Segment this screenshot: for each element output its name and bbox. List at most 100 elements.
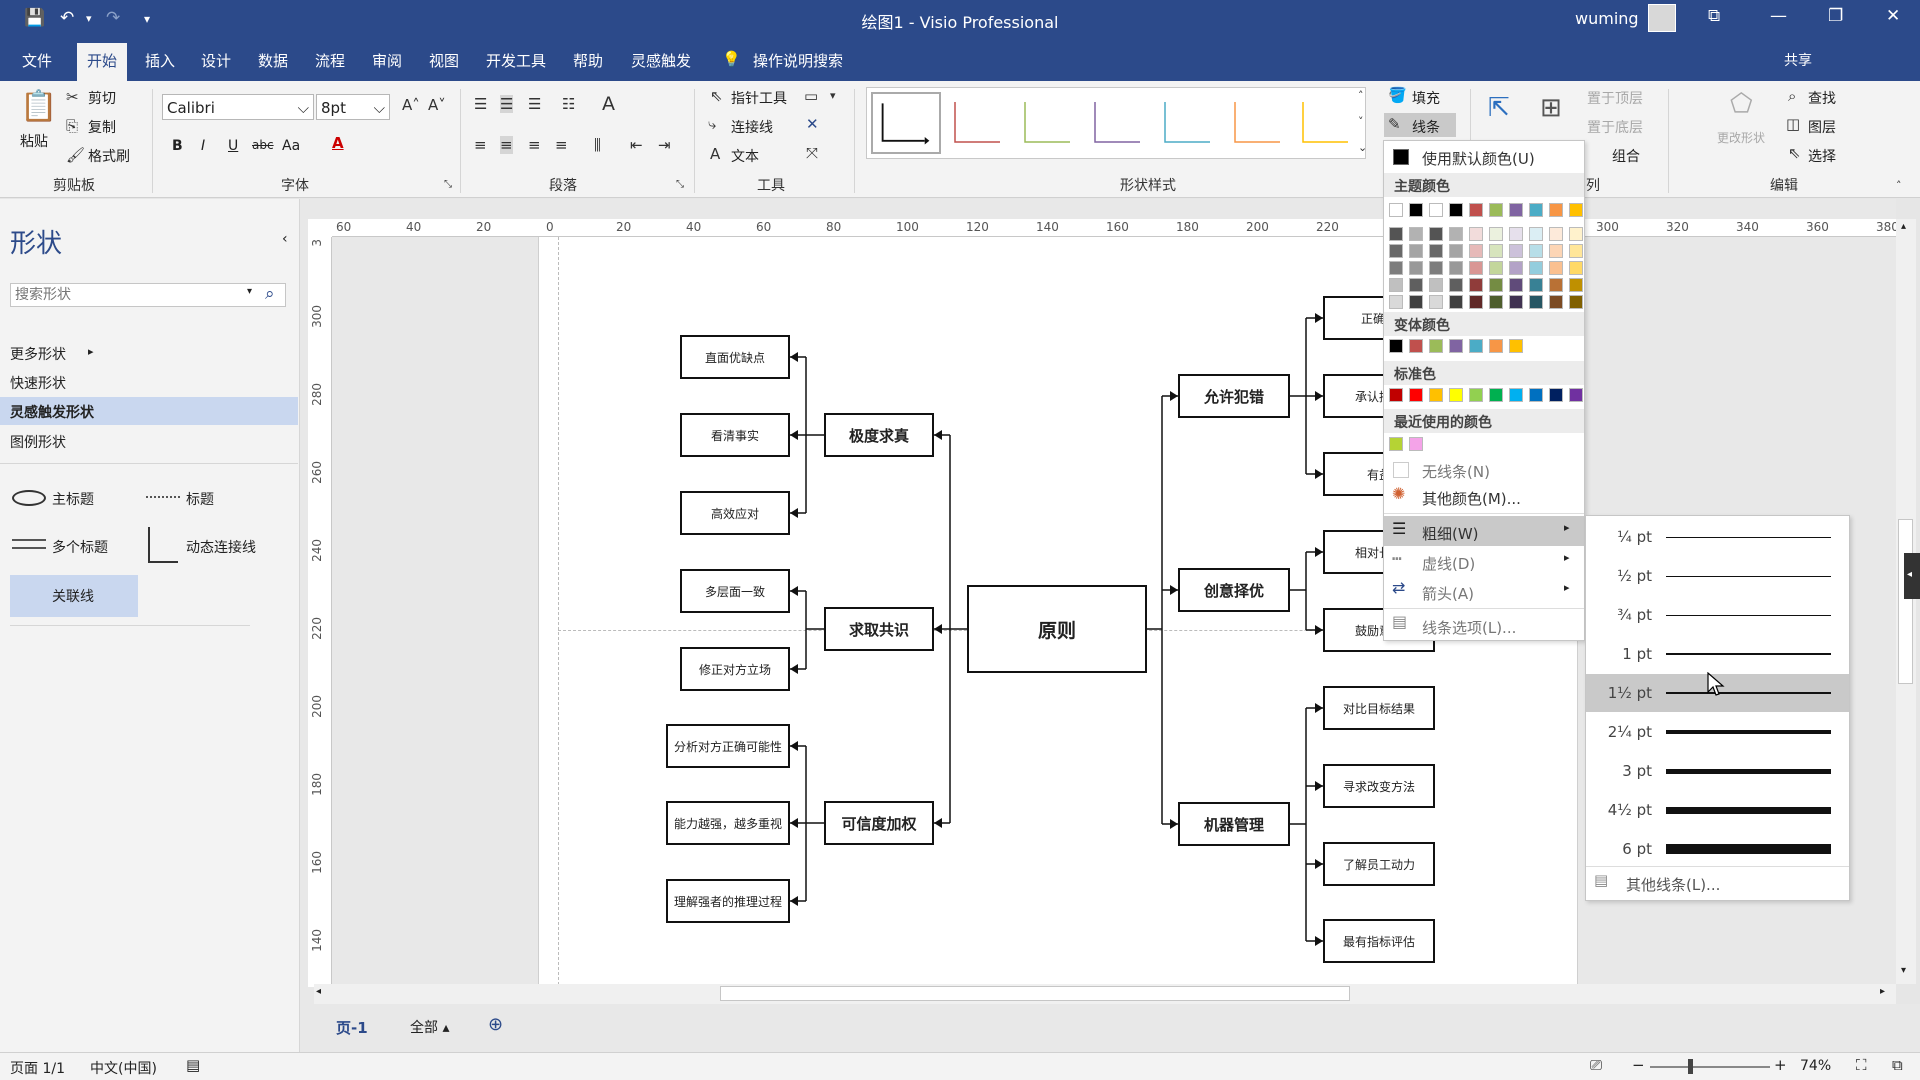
theme-color-shade[interactable] — [1409, 295, 1423, 309]
theme-color-shade[interactable] — [1509, 295, 1523, 309]
theme-color-shade[interactable] — [1549, 261, 1563, 275]
recent-color-swatch[interactable] — [1409, 437, 1423, 451]
line-options-item[interactable]: 线条选项(L)... — [1384, 612, 1584, 640]
standard-color-swatch[interactable] — [1549, 388, 1563, 402]
standard-color-swatch[interactable] — [1409, 388, 1423, 402]
weight-option[interactable]: 6 pt — [1586, 830, 1849, 868]
arrows-item[interactable]: 箭头(A) — [1384, 578, 1584, 606]
recent-color-swatch[interactable] — [1389, 437, 1403, 451]
scroll-left-icon[interactable]: ◂ — [316, 986, 321, 997]
theme-color-swatch[interactable] — [1389, 203, 1403, 217]
theme-color-shade[interactable] — [1489, 295, 1503, 309]
theme-color-shade[interactable] — [1509, 244, 1523, 258]
weight-option[interactable]: 2¼ pt — [1586, 713, 1849, 751]
branch-node[interactable]: 允许犯错 — [1178, 374, 1290, 418]
variant-color-swatch[interactable] — [1449, 339, 1463, 353]
theme-color-shade[interactable] — [1569, 244, 1583, 258]
vertical-scrollbar[interactable]: ▴ ▾ — [1896, 219, 1916, 984]
theme-color-swatch[interactable] — [1549, 203, 1563, 217]
standard-color-swatch[interactable] — [1569, 388, 1583, 402]
variant-color-swatch[interactable] — [1489, 339, 1503, 353]
leaf-node[interactable]: 能力越强，越多重视 — [666, 801, 790, 845]
theme-color-shade[interactable] — [1529, 244, 1543, 258]
theme-color-shade[interactable] — [1489, 244, 1503, 258]
switch-windows-icon[interactable]: ⧉ — [1892, 1056, 1903, 1074]
zoom-slider-thumb[interactable] — [1688, 1059, 1693, 1074]
all-pages-button[interactable]: 全部 ▴ — [410, 1017, 449, 1037]
theme-color-shade[interactable] — [1549, 244, 1563, 258]
more-lines-item[interactable]: 其他线条(L)... — [1626, 874, 1720, 895]
theme-color-swatch[interactable] — [1429, 203, 1443, 217]
leaf-node[interactable]: 了解员工动力 — [1323, 842, 1435, 886]
leaf-node[interactable]: 分析对方正确可能性 — [666, 724, 790, 768]
theme-color-shade[interactable] — [1449, 295, 1463, 309]
theme-color-shade[interactable] — [1549, 227, 1563, 241]
theme-color-shade[interactable] — [1429, 261, 1443, 275]
theme-color-shade[interactable] — [1469, 244, 1483, 258]
standard-color-swatch[interactable] — [1389, 388, 1403, 402]
theme-color-shade[interactable] — [1449, 227, 1463, 241]
theme-color-shade[interactable] — [1409, 261, 1423, 275]
weight-item[interactable]: 粗细(W) — [1384, 518, 1584, 546]
fit-page-icon[interactable]: ⛶ — [1856, 1056, 1867, 1074]
leaf-node[interactable]: 直面优缺点 — [680, 335, 790, 379]
variant-color-swatch[interactable] — [1389, 339, 1403, 353]
theme-color-shade[interactable] — [1429, 295, 1443, 309]
theme-color-shade[interactable] — [1449, 278, 1463, 292]
theme-color-shade[interactable] — [1489, 278, 1503, 292]
variant-color-swatch[interactable] — [1509, 339, 1523, 353]
variant-color-swatch[interactable] — [1429, 339, 1443, 353]
theme-color-shade[interactable] — [1429, 244, 1443, 258]
theme-color-shade[interactable] — [1509, 227, 1523, 241]
scroll-up-icon[interactable]: ▴ — [1901, 221, 1906, 232]
branch-node[interactable]: 极度求真 — [824, 413, 934, 457]
theme-color-shade[interactable] — [1569, 278, 1583, 292]
theme-color-shade[interactable] — [1569, 227, 1583, 241]
theme-color-shade[interactable] — [1469, 227, 1483, 241]
page-tab[interactable]: 页-1 — [336, 1017, 368, 1038]
weight-option[interactable]: 3 pt — [1586, 752, 1849, 790]
variant-color-swatch[interactable] — [1409, 339, 1423, 353]
standard-color-swatch[interactable] — [1509, 388, 1523, 402]
dashes-item[interactable]: 虚线(D) — [1384, 548, 1584, 576]
theme-color-shade[interactable] — [1409, 278, 1423, 292]
leaf-node[interactable]: 最有指标评估 — [1323, 919, 1435, 963]
theme-color-shade[interactable] — [1429, 278, 1443, 292]
theme-color-shade[interactable] — [1449, 261, 1463, 275]
weight-option[interactable]: ½ pt — [1586, 557, 1849, 595]
leaf-node[interactable]: 高效应对 — [680, 491, 790, 535]
zoom-in-icon[interactable]: + — [1774, 1056, 1787, 1074]
theme-color-shade[interactable] — [1529, 227, 1543, 241]
theme-color-shade[interactable] — [1569, 295, 1583, 309]
branch-node[interactable]: 机器管理 — [1178, 802, 1290, 846]
page-indicator[interactable]: 页面 1/1 — [10, 1058, 65, 1078]
theme-color-shade[interactable] — [1389, 261, 1403, 275]
standard-color-swatch[interactable] — [1449, 388, 1463, 402]
theme-color-shade[interactable] — [1389, 227, 1403, 241]
leaf-node[interactable]: 对比目标结果 — [1323, 686, 1435, 730]
center-node[interactable]: 原则 — [967, 585, 1147, 673]
theme-color-swatch[interactable] — [1529, 203, 1543, 217]
theme-color-swatch[interactable] — [1569, 203, 1583, 217]
theme-color-shade[interactable] — [1409, 227, 1423, 241]
weight-option[interactable]: 4½ pt — [1586, 791, 1849, 829]
theme-color-shade[interactable] — [1509, 278, 1523, 292]
leaf-node[interactable]: 多层面一致 — [680, 569, 790, 613]
zoom-level[interactable]: 74% — [1800, 1058, 1831, 1074]
leaf-node[interactable]: 修正对方立场 — [680, 647, 790, 691]
theme-color-shade[interactable] — [1389, 295, 1403, 309]
theme-color-shade[interactable] — [1469, 278, 1483, 292]
theme-color-shade[interactable] — [1529, 278, 1543, 292]
use-default-color-item[interactable]: 使用默认颜色(U) — [1384, 143, 1584, 171]
theme-color-swatch[interactable] — [1469, 203, 1483, 217]
standard-color-swatch[interactable] — [1469, 388, 1483, 402]
theme-color-shade[interactable] — [1449, 244, 1463, 258]
theme-color-shade[interactable] — [1409, 244, 1423, 258]
presentation-mode-icon[interactable]: ⎚ — [1590, 1056, 1602, 1074]
theme-color-swatch[interactable] — [1509, 203, 1523, 217]
standard-color-swatch[interactable] — [1429, 388, 1443, 402]
theme-color-shade[interactable] — [1509, 261, 1523, 275]
vertical-scroll-thumb[interactable] — [1898, 519, 1913, 684]
leaf-node[interactable]: 寻求改变方法 — [1323, 764, 1435, 808]
weight-option[interactable]: ¼ pt — [1586, 518, 1849, 556]
